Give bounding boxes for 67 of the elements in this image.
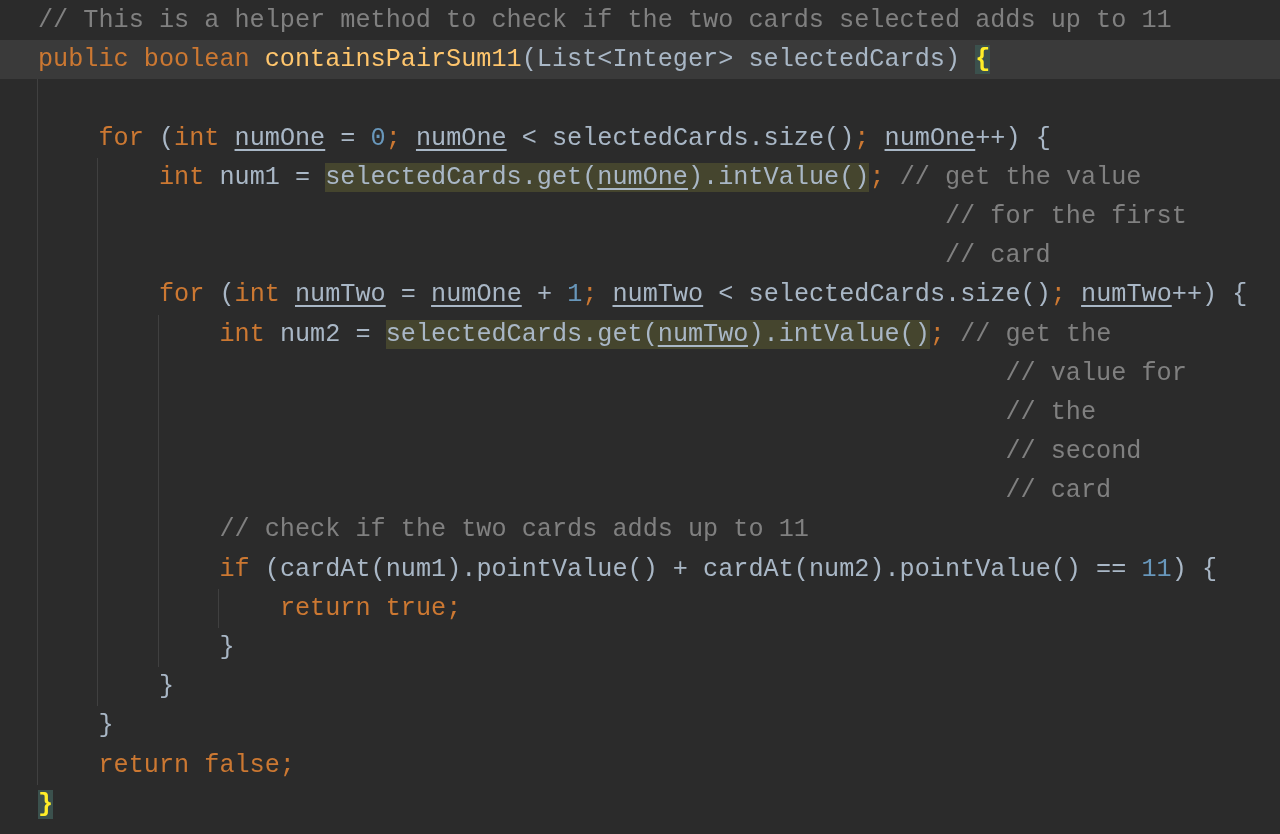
matched-brace: } — [38, 789, 54, 819]
code-text: ++) — [1171, 280, 1219, 310]
code-text: ) — [1171, 554, 1188, 584]
variable-name: numOne — [431, 280, 522, 310]
number-literal: 1 — [567, 280, 583, 310]
code-brace: { — [1201, 554, 1218, 584]
code-keyword: for — [98, 123, 145, 153]
code-text: selectedCards.get( — [325, 162, 598, 192]
code-text: num1 = — [219, 162, 312, 192]
code-text: selectedCards.get( — [385, 319, 658, 349]
code-comment: // the — [1005, 397, 1097, 427]
code-comment: // check if the two cards adds up to 11 — [219, 515, 809, 545]
variable-name: numTwo — [657, 319, 749, 349]
code-comment: // for the first — [944, 201, 1187, 231]
code-comment: // card — [944, 241, 1051, 271]
code-text: = — [339, 123, 357, 153]
variable-name: numTwo — [612, 280, 704, 310]
variable-name: numTwo — [1081, 280, 1172, 310]
code-text: ).intValue() — [748, 319, 930, 349]
variable-name: numOne — [884, 123, 976, 153]
code-text: (cardAt(num1).pointValue() + cardAt(num2).pointValue() == — [264, 554, 1128, 584]
variable-name: numOne — [234, 123, 326, 153]
code-punctuation: ; — [279, 750, 295, 780]
code-keyword: public boolean — [38, 45, 251, 75]
code-keyword: return true — [279, 593, 447, 623]
method-name: containsPairSum11 — [264, 45, 522, 75]
code-text: ( — [158, 123, 175, 153]
code-keyword: int — [219, 319, 266, 349]
code-keyword: int — [234, 280, 281, 310]
code-text: + — [535, 280, 553, 310]
code-text: num2 = — [279, 319, 372, 349]
code-punctuation: ; — [582, 280, 599, 310]
variable-name: numOne — [597, 162, 688, 192]
code-text: < selectedCards.size() — [717, 280, 1051, 310]
code-keyword: if — [219, 554, 251, 584]
code-keyword: return false — [98, 750, 280, 780]
code-text: = — [399, 280, 417, 310]
code-brace: { — [1035, 123, 1051, 153]
code-punctuation: ; — [929, 319, 946, 349]
number-literal: 11 — [1141, 554, 1172, 584]
code-brace: { — [1232, 280, 1248, 310]
code-punctuation: ; — [1050, 280, 1067, 310]
matched-brace: { — [975, 45, 991, 75]
code-comment: // value for — [1005, 358, 1187, 388]
code-keyword: for — [158, 280, 206, 310]
code-comment: // get the — [960, 319, 1112, 349]
code-text: ).intValue() — [688, 162, 870, 192]
code-comment: // This is a helper method to check if the two cards selected adds up to 11 — [38, 6, 1172, 35]
code-brace: } — [158, 672, 175, 702]
code-brace: } — [98, 711, 114, 741]
code-brace: } — [219, 633, 235, 662]
code-comment: // card — [1005, 476, 1112, 506]
code-keyword: int — [174, 123, 221, 153]
code-keyword: int — [158, 162, 206, 192]
code-text: ++) — [975, 123, 1022, 153]
code-punctuation: ; — [385, 123, 402, 153]
code-punctuation: ; — [869, 162, 886, 192]
variable-name: numOne — [415, 123, 507, 153]
code-text: (List<Integer> selectedCards) — [521, 45, 962, 75]
code-comment: // get the value — [899, 162, 1142, 192]
variable-name: numTwo — [295, 280, 386, 310]
code-text: < selectedCards.size() — [520, 123, 855, 153]
code-text: ( — [219, 280, 235, 310]
number-literal: 0 — [370, 123, 386, 153]
code-comment: // second — [1005, 437, 1142, 467]
code-punctuation: ; — [446, 593, 462, 623]
code-punctuation: ; — [854, 123, 871, 153]
